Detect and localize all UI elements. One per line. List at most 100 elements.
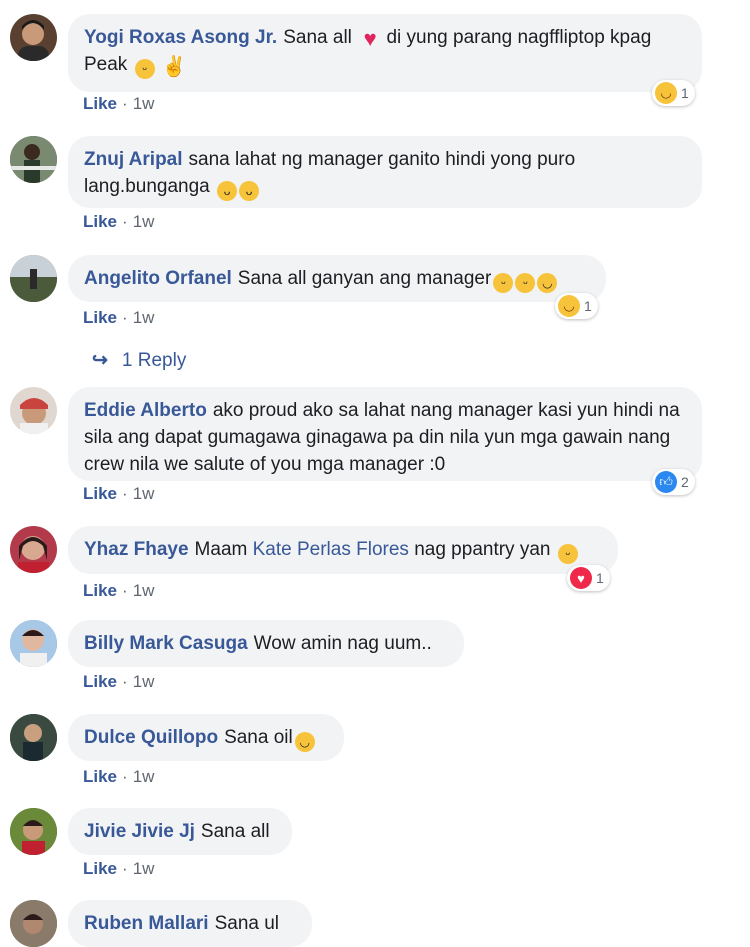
comment-text: Wow amin nag uum.. xyxy=(253,633,432,654)
like-button[interactable]: Like xyxy=(83,308,117,327)
comment-meta: Like · 1w xyxy=(83,767,154,787)
comment-meta: Like · 1w xyxy=(83,672,154,692)
like-button[interactable]: Like xyxy=(83,767,117,786)
comment-text: Sana all ganyan ang manager xyxy=(237,268,492,289)
avatar[interactable] xyxy=(10,620,57,667)
view-replies-link[interactable]: ↪ 1 Reply xyxy=(92,349,186,372)
reply-arrow-icon: ↪ xyxy=(92,350,108,371)
comment-meta: Like · 1w xyxy=(83,94,154,114)
comment-meta: Like · 1w xyxy=(83,484,154,504)
avatar[interactable] xyxy=(10,136,57,183)
like-button[interactable]: Like xyxy=(83,212,117,231)
haha-reaction-icon: ◡ xyxy=(558,295,580,317)
mentioned-user-link[interactable]: Kate Perlas Flores xyxy=(253,539,409,560)
timestamp[interactable]: 1w xyxy=(133,484,155,503)
smile-emoji-icon: ᵕ xyxy=(557,544,578,564)
avatar-image xyxy=(10,136,57,183)
comment-bubble: Dulce Quillopo Sana oil ◡ xyxy=(68,714,344,761)
comment-meta: Like · 1w xyxy=(83,308,154,328)
avatar-image xyxy=(18,20,49,61)
tongue-emoji-icon: ᴗ xyxy=(239,181,260,201)
comment-meta: Like · 1w xyxy=(83,581,154,601)
separator-dot: · xyxy=(122,859,128,878)
victory-hand-emoji-icon: ✌ xyxy=(161,56,187,78)
author-name[interactable]: Billy Mark Casuga xyxy=(84,633,248,654)
timestamp[interactable]: 1w xyxy=(133,859,155,878)
avatar[interactable] xyxy=(10,14,57,61)
comment-text: Sana all xyxy=(200,821,270,842)
reaction-count: 1 xyxy=(584,298,592,314)
comment-bubble: Eddie Alberto ako proud ako sa lahat nang… xyxy=(68,387,702,481)
comment-bubble: Ruben Mallari Sana ul xyxy=(68,900,312,947)
author-name[interactable]: Yogi Roxas Asong Jr. xyxy=(84,27,277,48)
author-name[interactable]: Eddie Alberto xyxy=(84,400,207,421)
comment-bubble: Znuj Aripal sana lahat ng manager ganito … xyxy=(68,136,702,208)
smile-emoji-icon: ᵕ xyxy=(134,59,155,79)
like-button[interactable]: Like xyxy=(83,672,117,691)
avatar-image xyxy=(10,255,57,302)
smile-emoji-icon: ᵕ xyxy=(515,273,536,293)
like-button[interactable]: Like xyxy=(83,859,117,878)
like-button[interactable]: Like xyxy=(83,581,117,600)
reaction-count: 1 xyxy=(596,570,604,586)
comment-text: Sana oil xyxy=(224,727,293,748)
love-reaction-icon: ♥ xyxy=(570,567,592,589)
laughing-emoji-icon: ◡ xyxy=(537,273,558,293)
avatar-image xyxy=(18,536,49,573)
author-name[interactable]: Ruben Mallari xyxy=(84,913,209,934)
comment-text: Sana all xyxy=(283,27,352,48)
haha-reaction-icon: ◡ xyxy=(655,82,677,104)
author-name[interactable]: Yhaz Fhaye xyxy=(84,539,189,560)
separator-dot: · xyxy=(122,581,128,600)
comment-bubble: Yhaz Fhaye Maam Kate Perlas Flores nag pp… xyxy=(68,526,618,574)
smile-emoji-icon: ᵕ xyxy=(493,273,514,293)
author-name[interactable]: Jivie Jivie Jj xyxy=(84,821,195,842)
reaction-summary[interactable]: ♥ 1 xyxy=(567,565,610,591)
avatar[interactable] xyxy=(10,900,57,947)
heart-emoji-icon: ♥ xyxy=(363,26,377,51)
separator-dot: · xyxy=(122,308,128,327)
like-button[interactable]: Like xyxy=(83,94,117,113)
comment-bubble: Yogi Roxas Asong Jr. Sana all ♥ di yung p… xyxy=(68,14,702,92)
avatar-image xyxy=(10,620,57,667)
reply-count-label: 1 Reply xyxy=(121,350,187,371)
timestamp[interactable]: 1w xyxy=(133,581,155,600)
reaction-summary[interactable]: 👍︎ 2 xyxy=(652,469,695,495)
tongue-emoji-icon: ᴗ xyxy=(217,181,238,201)
comment-bubble: Angelito Orfanel Sana all ganyan ang mana… xyxy=(68,255,606,302)
separator-dot: · xyxy=(122,94,128,113)
timestamp[interactable]: 1w xyxy=(133,672,155,691)
reaction-summary[interactable]: ◡ 1 xyxy=(652,80,695,106)
like-reaction-icon: 👍︎ xyxy=(655,471,677,493)
comment-meta: Like · 1w xyxy=(83,212,154,232)
avatar-image xyxy=(10,714,57,761)
author-name[interactable]: Dulce Quillopo xyxy=(84,727,218,748)
comment-bubble: Jivie Jivie Jj Sana all xyxy=(68,808,292,855)
avatar[interactable] xyxy=(10,387,57,434)
avatar[interactable] xyxy=(10,808,57,855)
avatar[interactable] xyxy=(10,526,57,573)
comment-text: nag ppantry yan xyxy=(414,539,551,560)
author-name[interactable]: Angelito Orfanel xyxy=(84,268,232,289)
comment-meta: Like · 1w xyxy=(83,859,154,879)
comment-text: Sana ul xyxy=(214,913,280,934)
avatar[interactable] xyxy=(10,255,57,302)
timestamp[interactable]: 1w xyxy=(133,308,155,327)
separator-dot: · xyxy=(122,767,128,786)
comment-bubble: Billy Mark Casuga Wow amin nag uum.. xyxy=(68,620,464,667)
avatar-image xyxy=(20,398,48,434)
separator-dot: · xyxy=(122,212,128,231)
timestamp[interactable]: 1w xyxy=(133,212,155,231)
reaction-count: 2 xyxy=(681,474,689,490)
separator-dot: · xyxy=(122,484,128,503)
timestamp[interactable]: 1w xyxy=(133,767,155,786)
author-name[interactable]: Znuj Aripal xyxy=(84,149,183,170)
reaction-summary[interactable]: ◡ 1 xyxy=(555,293,598,319)
timestamp[interactable]: 1w xyxy=(133,94,155,113)
like-button[interactable]: Like xyxy=(83,484,117,503)
laughing-emoji-icon: ◡ xyxy=(294,732,315,752)
avatar-image xyxy=(10,808,57,855)
avatar-image xyxy=(10,900,57,947)
avatar[interactable] xyxy=(10,714,57,761)
comment-text: Maam xyxy=(194,539,248,560)
